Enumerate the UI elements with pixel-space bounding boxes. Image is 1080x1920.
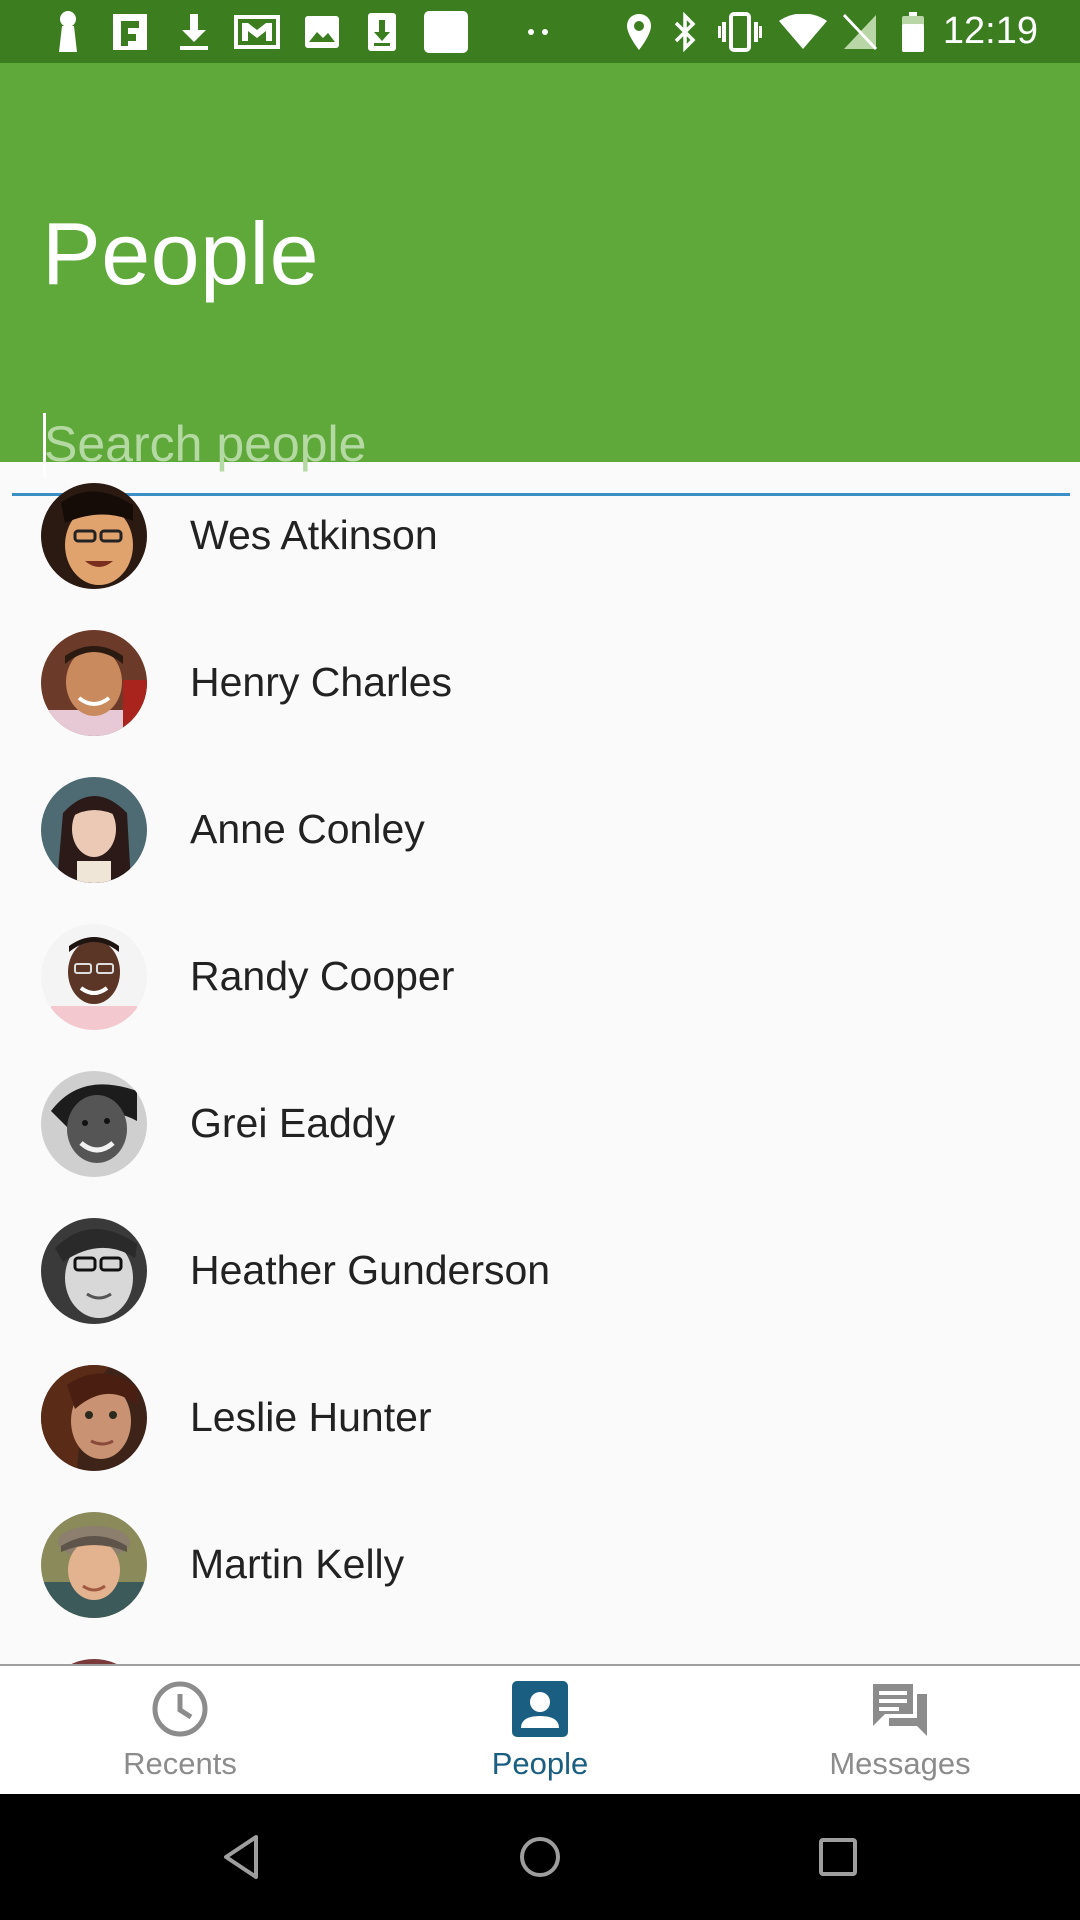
avatar	[41, 630, 147, 736]
battery-icon	[898, 0, 928, 63]
vibrate-icon	[718, 0, 762, 63]
messages-icon	[873, 1684, 927, 1736]
image-icon	[302, 0, 342, 63]
person-name: Randy Cooper	[190, 953, 455, 999]
tab-messages[interactable]: Messages	[720, 1666, 1080, 1794]
clock-icon	[152, 1681, 208, 1737]
person-name: Wes Atkinson	[190, 512, 438, 558]
list-item[interactable]: Henry Charles	[0, 609, 1080, 756]
avatar	[41, 1071, 147, 1177]
list-item[interactable]: Anne Conley	[0, 756, 1080, 903]
recents-square-icon[interactable]	[808, 1827, 868, 1887]
home-icon[interactable]	[510, 1827, 570, 1887]
tab-people[interactable]: People	[360, 1666, 720, 1794]
avatar	[41, 1512, 147, 1618]
blank-square-icon	[422, 0, 470, 63]
keyhole-icon	[50, 0, 86, 63]
tab-recents[interactable]: Recents	[0, 1666, 360, 1794]
list-item[interactable]: Leslie Hunter	[0, 1344, 1080, 1491]
bluetooth-icon	[670, 0, 700, 63]
status-clock: 12:19	[942, 10, 1038, 52]
list-item[interactable]: Heather Gunderson	[0, 1197, 1080, 1344]
avatar	[41, 1218, 147, 1324]
page-title: People	[42, 204, 320, 303]
wifi-icon	[778, 0, 828, 63]
list-item[interactable]: Grei Eaddy	[0, 1050, 1080, 1197]
download-box-icon	[364, 0, 400, 63]
list-item[interactable]: Martin Kelly	[0, 1491, 1080, 1638]
list-item[interactable]	[0, 1638, 1080, 1664]
bottom-navigation: Recents People Messages	[0, 1664, 1080, 1794]
avatar	[41, 924, 147, 1030]
person-icon	[512, 1681, 568, 1737]
person-name: Heather Gunderson	[190, 1247, 551, 1293]
status-bar: 12:19	[0, 0, 1080, 63]
avatar	[41, 1365, 147, 1471]
location-icon	[624, 0, 654, 63]
avatar	[41, 483, 147, 589]
flipboard-icon	[108, 0, 152, 63]
more-dots-icon	[524, 0, 554, 63]
person-name: Grei Eaddy	[190, 1100, 396, 1146]
app-header: People	[0, 63, 1080, 496]
tab-label: Messages	[829, 1746, 971, 1781]
download-icon	[174, 0, 214, 63]
person-name: Henry Charles	[190, 659, 453, 705]
people-screen: 12:19 People Wes Atkinson	[0, 0, 1080, 1920]
no-sim-icon	[840, 0, 880, 63]
person-name: Anne Conley	[190, 806, 425, 852]
person-name: Martin Kelly	[190, 1541, 405, 1587]
back-icon[interactable]	[212, 1827, 272, 1887]
tab-label: People	[491, 1746, 589, 1781]
system-navigation-bar	[0, 1794, 1080, 1920]
gmail-icon	[232, 0, 282, 63]
avatar	[41, 777, 147, 883]
person-name: Leslie Hunter	[190, 1394, 432, 1440]
list-item[interactable]: Wes Atkinson	[0, 462, 1080, 609]
tab-label: Recents	[123, 1746, 237, 1781]
list-item[interactable]: Randy Cooper	[0, 903, 1080, 1050]
people-list: Wes Atkinson Henry Charles Anne Conley R…	[0, 462, 1080, 1664]
